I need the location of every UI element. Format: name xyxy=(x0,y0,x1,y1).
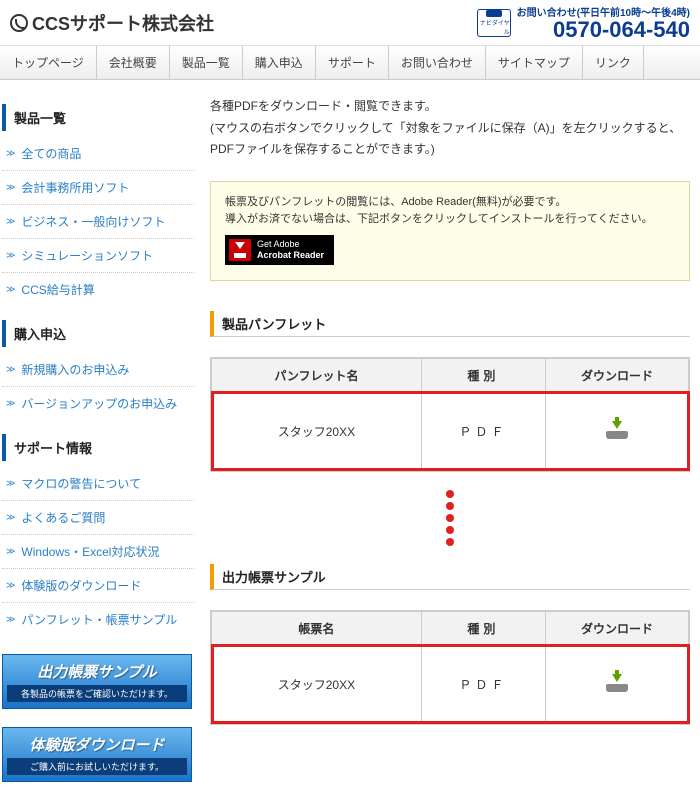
company-name: CCSサポート株式会社 xyxy=(32,10,214,36)
global-nav: トップページ 会社概要 製品一覧 購入申込 サポート お問い合わせ サイトマップ… xyxy=(0,46,700,80)
sidebar-item-macro[interactable]: ≫ マクロの警告について xyxy=(2,467,194,500)
contact-tel: 0570-064-540 xyxy=(517,19,690,41)
sidebar-item-trial[interactable]: ≫ 体験版のダウンロード xyxy=(2,569,194,602)
chevron-right-icon: ≫ xyxy=(6,512,15,523)
th-type: 種別 xyxy=(421,358,545,392)
chevron-right-icon: ≫ xyxy=(6,614,15,625)
reader-note-line2: 導入がお済でない場合は、下記ボタンをクリックしてインストールを行ってください。 xyxy=(225,211,675,229)
logo[interactable]: CCSサポート株式会社 xyxy=(10,10,214,36)
reader-note-line1: 帳票及びパンフレットの閲覧には、Adobe Reader(無料)が必要です。 xyxy=(225,194,675,212)
chevron-right-icon: ≫ xyxy=(6,250,15,261)
sidebar: 製品一覧 ≫ 全ての商品 ≫ 会計事務所用ソフト ≫ ビジネス・一般向けソフト ≫ シミ… xyxy=(0,80,200,800)
adobe-reader-note: 帳票及びパンフレットの閲覧には、Adobe Reader(無料)が必要です。 導… xyxy=(210,181,690,281)
chevron-right-icon: ≫ xyxy=(6,216,15,227)
vertical-ellipsis-icon xyxy=(210,490,690,546)
nav-links[interactable]: リンク xyxy=(583,46,644,79)
cell-name: スタッフ20XX xyxy=(212,645,422,723)
th-download: ダウンロード xyxy=(545,611,688,645)
banner-sample[interactable]: 出力帳票サンプル 各製品の帳票をご確認いただけます。 xyxy=(2,654,192,709)
download-link[interactable] xyxy=(606,428,628,442)
cell-download xyxy=(545,645,688,723)
side-head-products: 製品一覧 xyxy=(2,104,194,131)
download-link[interactable] xyxy=(606,681,628,695)
cell-download xyxy=(545,392,688,470)
table-header-row: パンフレット名 種別 ダウンロード xyxy=(212,358,689,392)
download-icon xyxy=(606,674,628,692)
header: CCSサポート株式会社 ナビダイヤル お問い合わせ(平日午前10時～午後4時) … xyxy=(0,0,700,46)
reader-btn-text: Get AdobeAcrobat Reader xyxy=(257,239,324,261)
sidebar-item-label: シミュレーションソフト xyxy=(21,247,153,264)
logo-icon xyxy=(10,14,28,32)
output-table: 帳票名 種別 ダウンロード スタッフ20XX ＰＤＦ xyxy=(210,610,690,725)
sidebar-item-label: 新規購入のお申込み xyxy=(21,361,129,378)
get-adobe-reader-button[interactable]: Get AdobeAcrobat Reader xyxy=(225,235,334,265)
sidebar-item-compat[interactable]: ≫ Windows・Excel対応状況 xyxy=(2,535,194,568)
sidebar-item-label: パンフレット・帳票サンプル xyxy=(21,611,177,628)
chevron-right-icon: ≫ xyxy=(6,364,15,375)
nav-products[interactable]: 製品一覧 xyxy=(170,46,243,79)
banner-sub: ご購入前にお試しいただけます。 xyxy=(7,758,187,775)
intro-line1: 各種PDFをダウンロード・閲覧できます。 xyxy=(210,96,690,118)
sidebar-item-faq[interactable]: ≫ よくあるご質問 xyxy=(2,501,194,534)
banner-sub: 各製品の帳票をご確認いただけます。 xyxy=(7,685,187,702)
sidebar-item-label: Windows・Excel対応状況 xyxy=(21,543,159,560)
chevron-right-icon: ≫ xyxy=(6,182,15,193)
cell-type: ＰＤＦ xyxy=(421,392,545,470)
sidebar-item-label: バージョンアップのお申込み xyxy=(21,395,177,412)
sidebar-item-label: CCS給与計算 xyxy=(21,281,94,298)
sidebar-item-label: 体験版のダウンロード xyxy=(21,577,141,594)
nav-contact[interactable]: お問い合わせ xyxy=(389,46,486,79)
th-download: ダウンロード xyxy=(545,358,688,392)
table-header-row: 帳票名 種別 ダウンロード xyxy=(212,611,689,645)
main-content: 各種PDFをダウンロード・閲覧できます。 (マウスの右ボタンでクリックして「対象… xyxy=(200,80,700,800)
cell-type: ＰＤＦ xyxy=(421,645,545,723)
sidebar-item-new-purchase[interactable]: ≫ 新規購入のお申込み xyxy=(2,353,194,386)
table-row: スタッフ20XX ＰＤＦ xyxy=(212,645,689,723)
cell-name: スタッフ20XX xyxy=(212,392,422,470)
chevron-right-icon: ≫ xyxy=(6,478,15,489)
sidebar-item-label: マクロの警告について xyxy=(21,475,141,492)
sidebar-item-all[interactable]: ≫ 全ての商品 xyxy=(2,137,194,170)
sidebar-item-upgrade[interactable]: ≫ バージョンアップのお申込み xyxy=(2,387,194,420)
sidebar-item-label: 会計事務所用ソフト xyxy=(21,179,129,196)
table-row: スタッフ20XX ＰＤＦ xyxy=(212,392,689,470)
sidebar-item-accounting[interactable]: ≫ 会計事務所用ソフト xyxy=(2,171,194,204)
adobe-pdf-icon xyxy=(229,239,251,261)
side-head-support: サポート情報 xyxy=(2,434,194,461)
sidebar-item-business[interactable]: ≫ ビジネス・一般向けソフト xyxy=(2,205,194,238)
section-output-head: 出力帳票サンプル xyxy=(210,564,690,590)
th-type: 種別 xyxy=(421,611,545,645)
navidial-label: ナビダイヤル xyxy=(478,18,510,36)
section-pamphlet-head: 製品パンフレット xyxy=(210,311,690,337)
banner-trial[interactable]: 体験版ダウンロード ご購入前にお試しいただけます。 xyxy=(2,727,192,782)
chevron-right-icon: ≫ xyxy=(6,580,15,591)
sidebar-item-payroll[interactable]: ≫ CCS給与計算 xyxy=(2,273,194,306)
pamphlet-table: パンフレット名 種別 ダウンロード スタッフ20XX ＰＤＦ xyxy=(210,357,690,472)
download-icon xyxy=(606,421,628,439)
nav-support[interactable]: サポート xyxy=(316,46,389,79)
nav-top[interactable]: トップページ xyxy=(0,46,97,79)
navidial-icon: ナビダイヤル xyxy=(477,9,511,37)
sidebar-item-label: 全ての商品 xyxy=(21,145,81,162)
chevron-right-icon: ≫ xyxy=(6,546,15,557)
nav-company[interactable]: 会社概要 xyxy=(97,46,170,79)
intro-text: 各種PDFをダウンロード・閲覧できます。 (マウスの右ボタンでクリックして「対象… xyxy=(210,96,690,161)
sidebar-item-pamphlet[interactable]: ≫ パンフレット・帳票サンプル xyxy=(2,603,194,636)
nav-purchase[interactable]: 購入申込 xyxy=(243,46,316,79)
sidebar-item-label: よくあるご質問 xyxy=(21,509,105,526)
chevron-right-icon: ≫ xyxy=(6,148,15,159)
sidebar-item-label: ビジネス・一般向けソフト xyxy=(21,213,165,230)
sidebar-item-simulation[interactable]: ≫ シミュレーションソフト xyxy=(2,239,194,272)
nav-sitemap[interactable]: サイトマップ xyxy=(486,46,583,79)
chevron-right-icon: ≫ xyxy=(6,284,15,295)
th-name: 帳票名 xyxy=(212,611,422,645)
contact-block: ナビダイヤル お問い合わせ(平日午前10時～午後4時) 0570-064-540 xyxy=(477,4,690,41)
th-name: パンフレット名 xyxy=(212,358,422,392)
intro-line2: (マウスの右ボタンでクリックして「対象をファイルに保存（A)」を左クリックすると… xyxy=(210,118,690,161)
banner-title: 出力帳票サンプル xyxy=(7,661,187,682)
banner-title: 体験版ダウンロード xyxy=(7,734,187,755)
side-head-purchase: 購入申込 xyxy=(2,320,194,347)
chevron-right-icon: ≫ xyxy=(6,398,15,409)
